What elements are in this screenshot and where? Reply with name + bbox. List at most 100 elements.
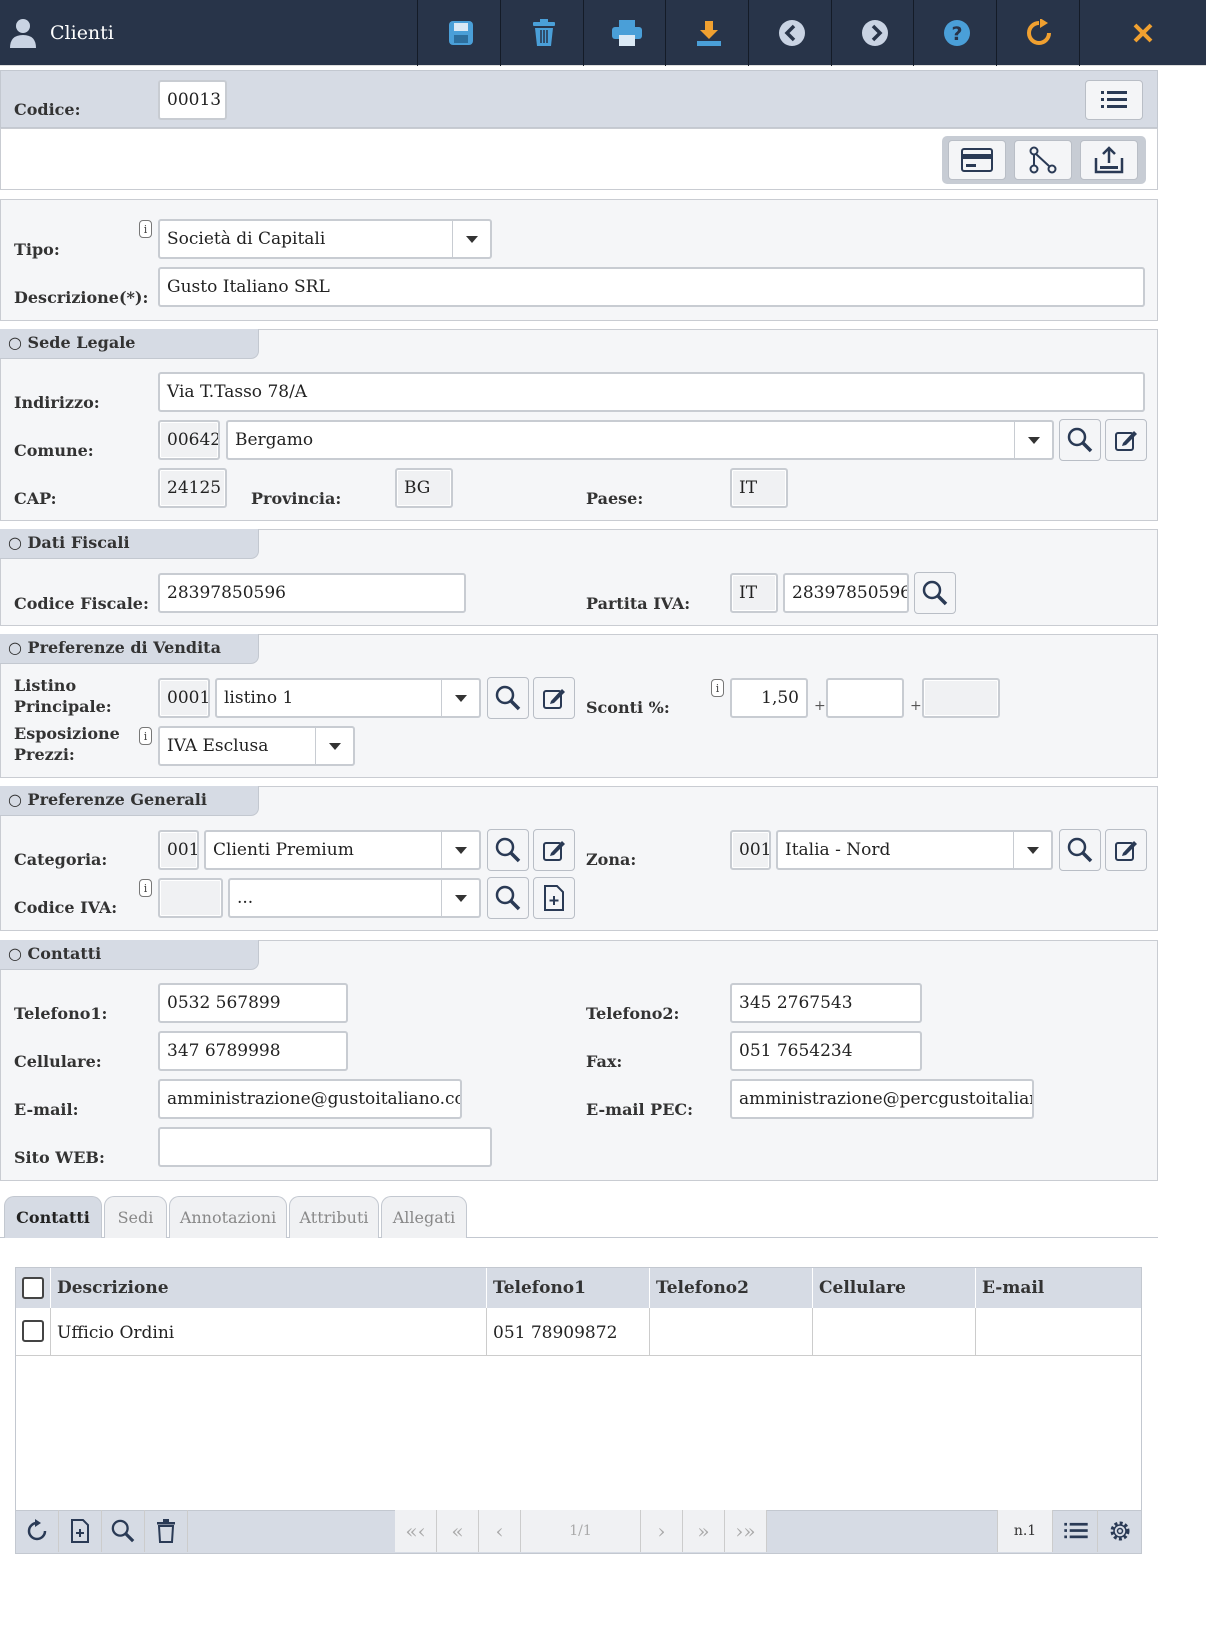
next-button[interactable]: [831, 0, 917, 66]
last-page-button[interactable]: ›»: [725, 1510, 767, 1552]
list-view-button[interactable]: [1085, 80, 1143, 120]
vat-code-search-button[interactable]: [487, 877, 529, 919]
search-icon: [1067, 837, 1093, 863]
price-display-label-line1: Esposizione: [14, 724, 120, 743]
column-header[interactable]: Descrizione: [51, 1268, 487, 1308]
vat-code-select[interactable]: ...: [228, 878, 481, 918]
zone-select[interactable]: Italia - Nord: [776, 830, 1053, 870]
prev-page-button[interactable]: «: [437, 1510, 479, 1552]
contacts-section-title[interactable]: ○ Contatti: [0, 940, 259, 970]
chevron-down-icon[interactable]: [1014, 422, 1052, 458]
address-label: Indirizzo:: [14, 393, 100, 412]
select-all-checkbox[interactable]: [22, 1277, 44, 1299]
close-button[interactable]: [1079, 0, 1206, 66]
next-page-button[interactable]: »: [683, 1510, 725, 1552]
website-field[interactable]: [158, 1127, 492, 1167]
chevron-down-icon[interactable]: [441, 880, 479, 916]
phone1-field[interactable]: 0532 567899: [158, 983, 348, 1023]
mobile-label: Cellulare:: [14, 1052, 102, 1071]
table-cell[interactable]: Ufficio Ordini: [51, 1308, 487, 1356]
phone2-field[interactable]: 345 2767543: [730, 983, 922, 1023]
price-display-select[interactable]: IVA Esclusa: [158, 726, 355, 766]
address-field[interactable]: Via T.Tasso 78/A: [158, 372, 1145, 412]
table-cell[interactable]: [813, 1308, 976, 1356]
chevron-down-icon[interactable]: [441, 832, 479, 868]
city-edit-button[interactable]: [1105, 419, 1147, 461]
fax-field[interactable]: 051 7654234: [730, 1031, 922, 1071]
chevron-down-icon[interactable]: [1013, 832, 1051, 868]
branch-button[interactable]: [1014, 140, 1072, 180]
chevron-down-icon[interactable]: [452, 221, 490, 257]
price-list-search-button[interactable]: [487, 677, 529, 719]
tab-contatti[interactable]: Contatti: [4, 1196, 102, 1238]
delete-row-button[interactable]: [145, 1510, 188, 1552]
city-select[interactable]: Bergamo: [226, 420, 1054, 460]
zone-code-field: 001: [730, 830, 771, 870]
mobile-field[interactable]: 347 6789998: [158, 1031, 348, 1071]
vat-code-add-button[interactable]: [533, 877, 575, 919]
email-field[interactable]: amministrazione@gustoitaliano.com: [158, 1079, 462, 1119]
type-select[interactable]: Società di Capitali: [158, 219, 492, 259]
info-icon[interactable]: i: [139, 220, 152, 238]
table-cell[interactable]: [976, 1308, 1141, 1356]
print-button[interactable]: [583, 0, 669, 66]
column-header[interactable]: E-mail: [976, 1268, 1141, 1308]
reload-button[interactable]: [16, 1510, 59, 1552]
tab-annotazioni[interactable]: Annotazioni: [169, 1196, 287, 1238]
row-checkbox[interactable]: [22, 1320, 44, 1342]
next-button[interactable]: ›: [641, 1510, 683, 1552]
search-icon: [922, 580, 948, 606]
grid-list-button[interactable]: [1055, 1510, 1098, 1552]
info-icon[interactable]: i: [139, 879, 152, 897]
refresh-button[interactable]: [996, 0, 1082, 66]
price-list-edit-button[interactable]: [533, 677, 575, 719]
tab-sedi[interactable]: Sedi: [104, 1196, 167, 1238]
user-icon: [10, 19, 36, 48]
vat-number-field[interactable]: 28397850596: [783, 573, 909, 613]
save-button[interactable]: [417, 0, 503, 66]
add-row-button[interactable]: [59, 1510, 102, 1552]
category-edit-button[interactable]: [533, 829, 575, 871]
chevron-down-icon[interactable]: [315, 728, 353, 764]
category-search-button[interactable]: [487, 829, 529, 871]
discount-1-field[interactable]: 1,50: [730, 678, 808, 718]
description-field[interactable]: Gusto Italiano SRL: [158, 267, 1145, 307]
price-list-select[interactable]: listino 1: [215, 678, 481, 718]
sales-preferences-section-title[interactable]: ○ Preferenze di Vendita: [0, 634, 259, 664]
code-field[interactable]: 00013: [158, 80, 227, 120]
info-icon[interactable]: i: [139, 727, 152, 745]
discount-2-field[interactable]: [826, 678, 904, 718]
table-cell[interactable]: [650, 1308, 813, 1356]
card-button[interactable]: [948, 140, 1006, 180]
vat-code-label: Codice IVA:: [14, 898, 118, 917]
tax-data-section-title[interactable]: ○ Dati Fiscali: [0, 529, 259, 559]
search-row-button[interactable]: [102, 1510, 145, 1552]
zone-edit-button[interactable]: [1105, 829, 1147, 871]
category-select[interactable]: Clienti Premium: [204, 830, 481, 870]
first-page-button[interactable]: «‹: [395, 1510, 437, 1552]
legal-address-section-title[interactable]: ○ Sede Legale: [0, 329, 259, 359]
tab-attributi[interactable]: Attributi: [289, 1196, 379, 1238]
column-header[interactable]: Telefono1: [487, 1268, 650, 1308]
delete-button[interactable]: [500, 0, 586, 66]
grid-settings-button[interactable]: [1098, 1510, 1141, 1552]
price-list-value: listino 1: [224, 688, 294, 708]
column-header[interactable]: Cellulare: [813, 1268, 976, 1308]
vat-search-button[interactable]: [914, 572, 956, 614]
download-button[interactable]: [665, 0, 751, 66]
previous-button[interactable]: [748, 0, 834, 66]
pec-field[interactable]: amministrazione@percgustoitaliano.co: [730, 1079, 1034, 1119]
general-preferences-section-title[interactable]: ○ Preferenze Generali: [0, 786, 259, 816]
prev-button[interactable]: ‹: [479, 1510, 521, 1552]
fax-label: Fax:: [586, 1052, 623, 1071]
export-button[interactable]: [1080, 140, 1138, 180]
tab-allegati[interactable]: Allegati: [381, 1196, 467, 1238]
info-icon[interactable]: i: [711, 679, 724, 697]
table-cell[interactable]: 051 78909872: [487, 1308, 650, 1356]
column-header[interactable]: Telefono2: [650, 1268, 813, 1308]
zone-search-button[interactable]: [1059, 829, 1101, 871]
chevron-down-icon[interactable]: [441, 680, 479, 716]
tax-code-field[interactable]: 28397850596: [158, 573, 466, 613]
help-button[interactable]: ?: [913, 0, 999, 66]
city-search-button[interactable]: [1059, 419, 1101, 461]
